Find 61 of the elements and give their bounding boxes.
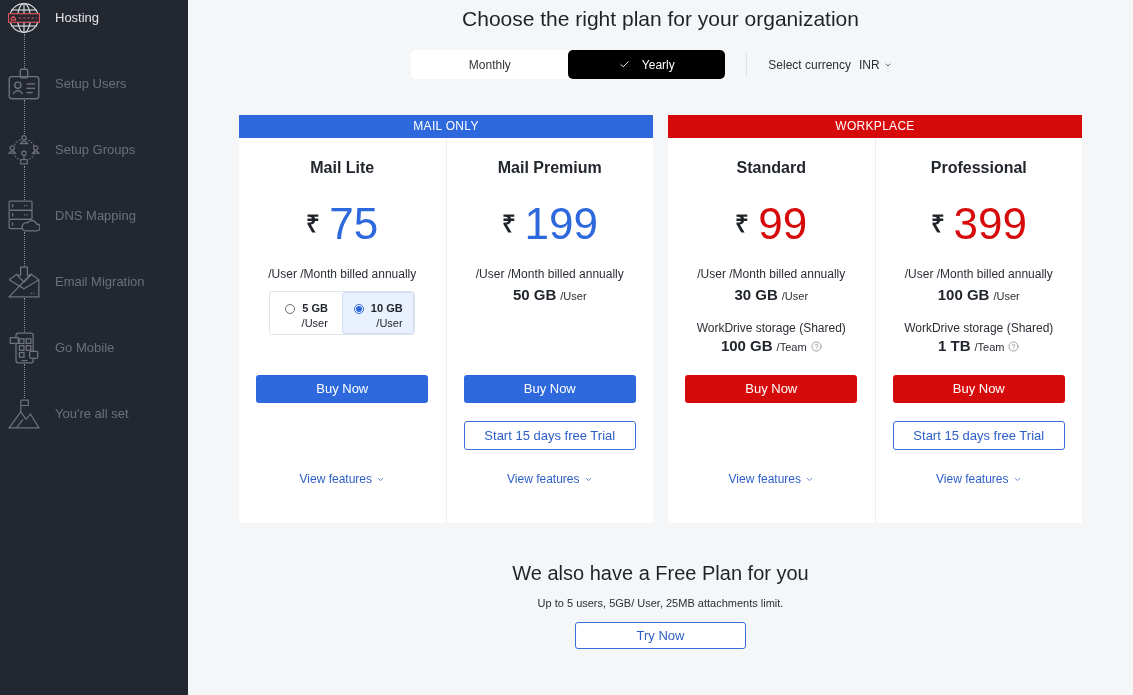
view-features-link[interactable]: View features [299,471,385,487]
billing-note: /User /Month billed annually [475,266,624,282]
help-icon[interactable] [810,340,822,352]
plan-name: Standard [736,158,806,178]
billing-note: /User /Month billed annually [904,266,1053,282]
free-plan-description: Up to 5 users, 5GB/ User, 25MB attachments limit. [537,596,784,610]
plan-group-header: WORKPLACE [668,115,1082,138]
price-amount: 399 [953,202,1027,246]
smartphone-icon [8,332,40,364]
storage-amount: 100 GB [720,337,773,355]
storage-option[interactable]: 10 GB /User [342,292,415,334]
buy-button[interactable]: Buy Now [685,375,858,403]
storage-unit: /User [560,289,587,303]
people-network-icon [8,134,40,166]
storage-amount: 100 GB [937,286,990,304]
shared-storage-label: WorkDrive storage (Shared) [696,320,846,336]
storage-amount: 50 GB [512,286,557,304]
storage-unit: /Team [974,340,1005,354]
view-features-link[interactable]: View features [728,471,814,487]
price-amount: 99 [758,202,808,246]
storage-unit: /User [781,289,809,303]
plan-name: Mail Premium [497,158,602,178]
billing-note: /User /Month billed annually [697,266,846,282]
plan-name: Professional [930,158,1027,178]
storage-option[interactable]: 5 GB /User [270,292,343,334]
shared-storage-label: WorkDrive storage (Shared) [904,320,1054,336]
mountain-flag-icon [8,398,40,430]
storage-unit: /User [993,289,1020,303]
currency-symbol: ₹ [501,210,516,238]
plan-name: Mail Lite [310,158,375,178]
radio-icon[interactable] [353,304,364,314]
currency-symbol: ₹ [930,210,945,238]
check-icon [618,59,630,70]
billing-note: /User /Month billed annually [268,266,417,282]
price-amount: 199 [524,202,598,246]
storage-amount: 30 GB [734,286,778,304]
page-title: Choose the right plan for your organization [462,6,859,32]
trial-button[interactable]: Start 15 days free Trial [463,421,636,450]
currency-dropdown[interactable]: INR [859,56,892,73]
price-amount: 75 [329,202,379,246]
server-cloud-icon [8,200,40,232]
storage-unit: /Team [776,340,807,354]
trial-button[interactable]: Start 15 days free Trial [892,421,1065,450]
help-icon[interactable] [1008,340,1020,352]
view-features-link[interactable]: View features [507,471,593,487]
currency-symbol: ₹ [735,210,750,238]
billing-tab[interactable]: Yearly [568,50,726,79]
currency-label: Select currency [768,56,851,73]
view-features-link[interactable]: View features [936,471,1022,487]
buy-button[interactable]: Buy Now [256,375,429,403]
plan-group-header: MAIL ONLY [239,115,653,138]
radio-icon[interactable] [284,304,295,314]
storage-amount: 1 TB [938,337,971,355]
currency-symbol: ₹ [306,210,321,238]
buy-button[interactable]: Buy Now [892,375,1065,403]
free-plan-title: We also have a Free Plan for you [512,561,809,585]
id-badge-icon [8,68,40,100]
step-label[interactable]: Hosting [55,2,100,34]
buy-button[interactable]: Buy Now [463,375,636,403]
envelope-arrow-icon [8,266,40,298]
try-now-button[interactable]: Try Now [575,622,746,649]
